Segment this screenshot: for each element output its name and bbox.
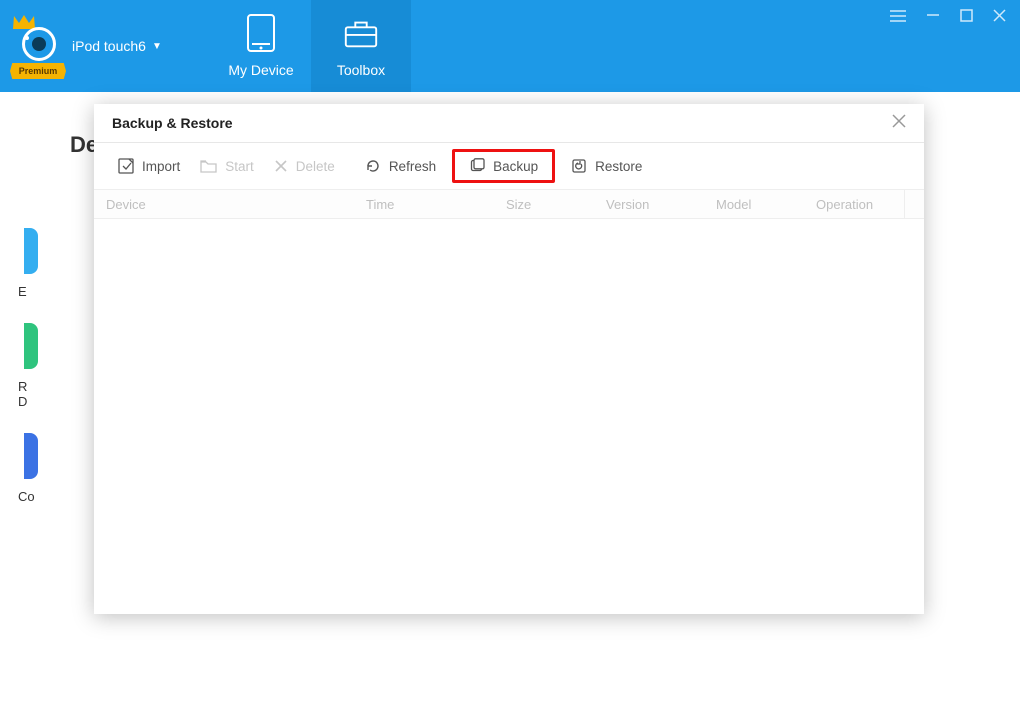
eye-icon	[22, 27, 56, 61]
toolbar-refresh-label: Refresh	[389, 159, 436, 174]
col-size[interactable]: Size	[494, 197, 594, 212]
toolbar-restore-label: Restore	[595, 159, 642, 174]
device-selector[interactable]: iPod touch6 ▼	[72, 38, 162, 54]
maximize-button[interactable]	[960, 9, 973, 25]
tab-label-toolbox: Toolbox	[337, 62, 385, 78]
refresh-icon	[365, 158, 381, 174]
eye-shine	[25, 36, 29, 40]
toolbar-backup-button[interactable]: Backup	[452, 149, 555, 183]
folder-icon	[200, 159, 217, 173]
app-logo: Premium	[8, 11, 68, 81]
minimize-button[interactable]	[926, 8, 940, 25]
col-version[interactable]: Version	[594, 197, 704, 212]
device-name-label: iPod touch6	[72, 38, 146, 54]
toolbar-delete-label: Delete	[296, 159, 335, 174]
toolbar-start-label: Start	[225, 159, 254, 174]
toolbar-start-button: Start	[190, 153, 264, 180]
header-left: Premium iPod touch6 ▼	[0, 0, 211, 92]
close-button[interactable]	[993, 9, 1006, 25]
window-controls	[890, 8, 1006, 25]
col-time[interactable]: Time	[354, 197, 494, 212]
import-icon	[118, 158, 134, 174]
toolbar-backup-label: Backup	[493, 159, 538, 174]
modal-title: Backup & Restore	[112, 115, 233, 131]
side-tile-2	[24, 323, 38, 369]
chevron-down-icon: ▼	[152, 41, 162, 52]
col-model[interactable]: Model	[704, 197, 804, 212]
toolbar-delete-button: Delete	[264, 153, 345, 180]
app-header: Premium iPod touch6 ▼ My Device Toolbox	[0, 0, 1020, 92]
col-device[interactable]: Device	[94, 197, 354, 212]
tablet-icon	[242, 14, 280, 52]
premium-badge: Premium	[10, 63, 66, 79]
col-operation[interactable]: Operation	[804, 197, 904, 212]
modal-close-button[interactable]	[892, 114, 906, 133]
side-tile-1	[24, 228, 38, 274]
side-tile-3	[24, 433, 38, 479]
tab-label-my-device: My Device	[228, 62, 293, 78]
delete-icon	[274, 159, 288, 173]
toolbox-icon	[342, 14, 380, 52]
tab-toolbox[interactable]: Toolbox	[311, 0, 411, 92]
modal-header: Backup & Restore	[94, 104, 924, 142]
col-spacer	[904, 190, 917, 218]
toolbar-import-button[interactable]: Import	[108, 152, 190, 180]
backup-icon	[469, 158, 485, 174]
tab-my-device[interactable]: My Device	[211, 0, 311, 92]
menu-icon[interactable]	[890, 9, 906, 25]
toolbar-refresh-button[interactable]: Refresh	[355, 152, 446, 180]
toolbar-restore-button[interactable]: Restore	[561, 152, 652, 180]
backup-restore-modal: Backup & Restore Import Start Delete Ref…	[94, 104, 924, 614]
table-header-row: Device Time Size Version Model Operation	[94, 189, 924, 219]
toolbar-import-label: Import	[142, 159, 180, 174]
modal-toolbar: Import Start Delete Refresh Backup Resto…	[94, 143, 924, 189]
restore-icon	[571, 158, 587, 174]
